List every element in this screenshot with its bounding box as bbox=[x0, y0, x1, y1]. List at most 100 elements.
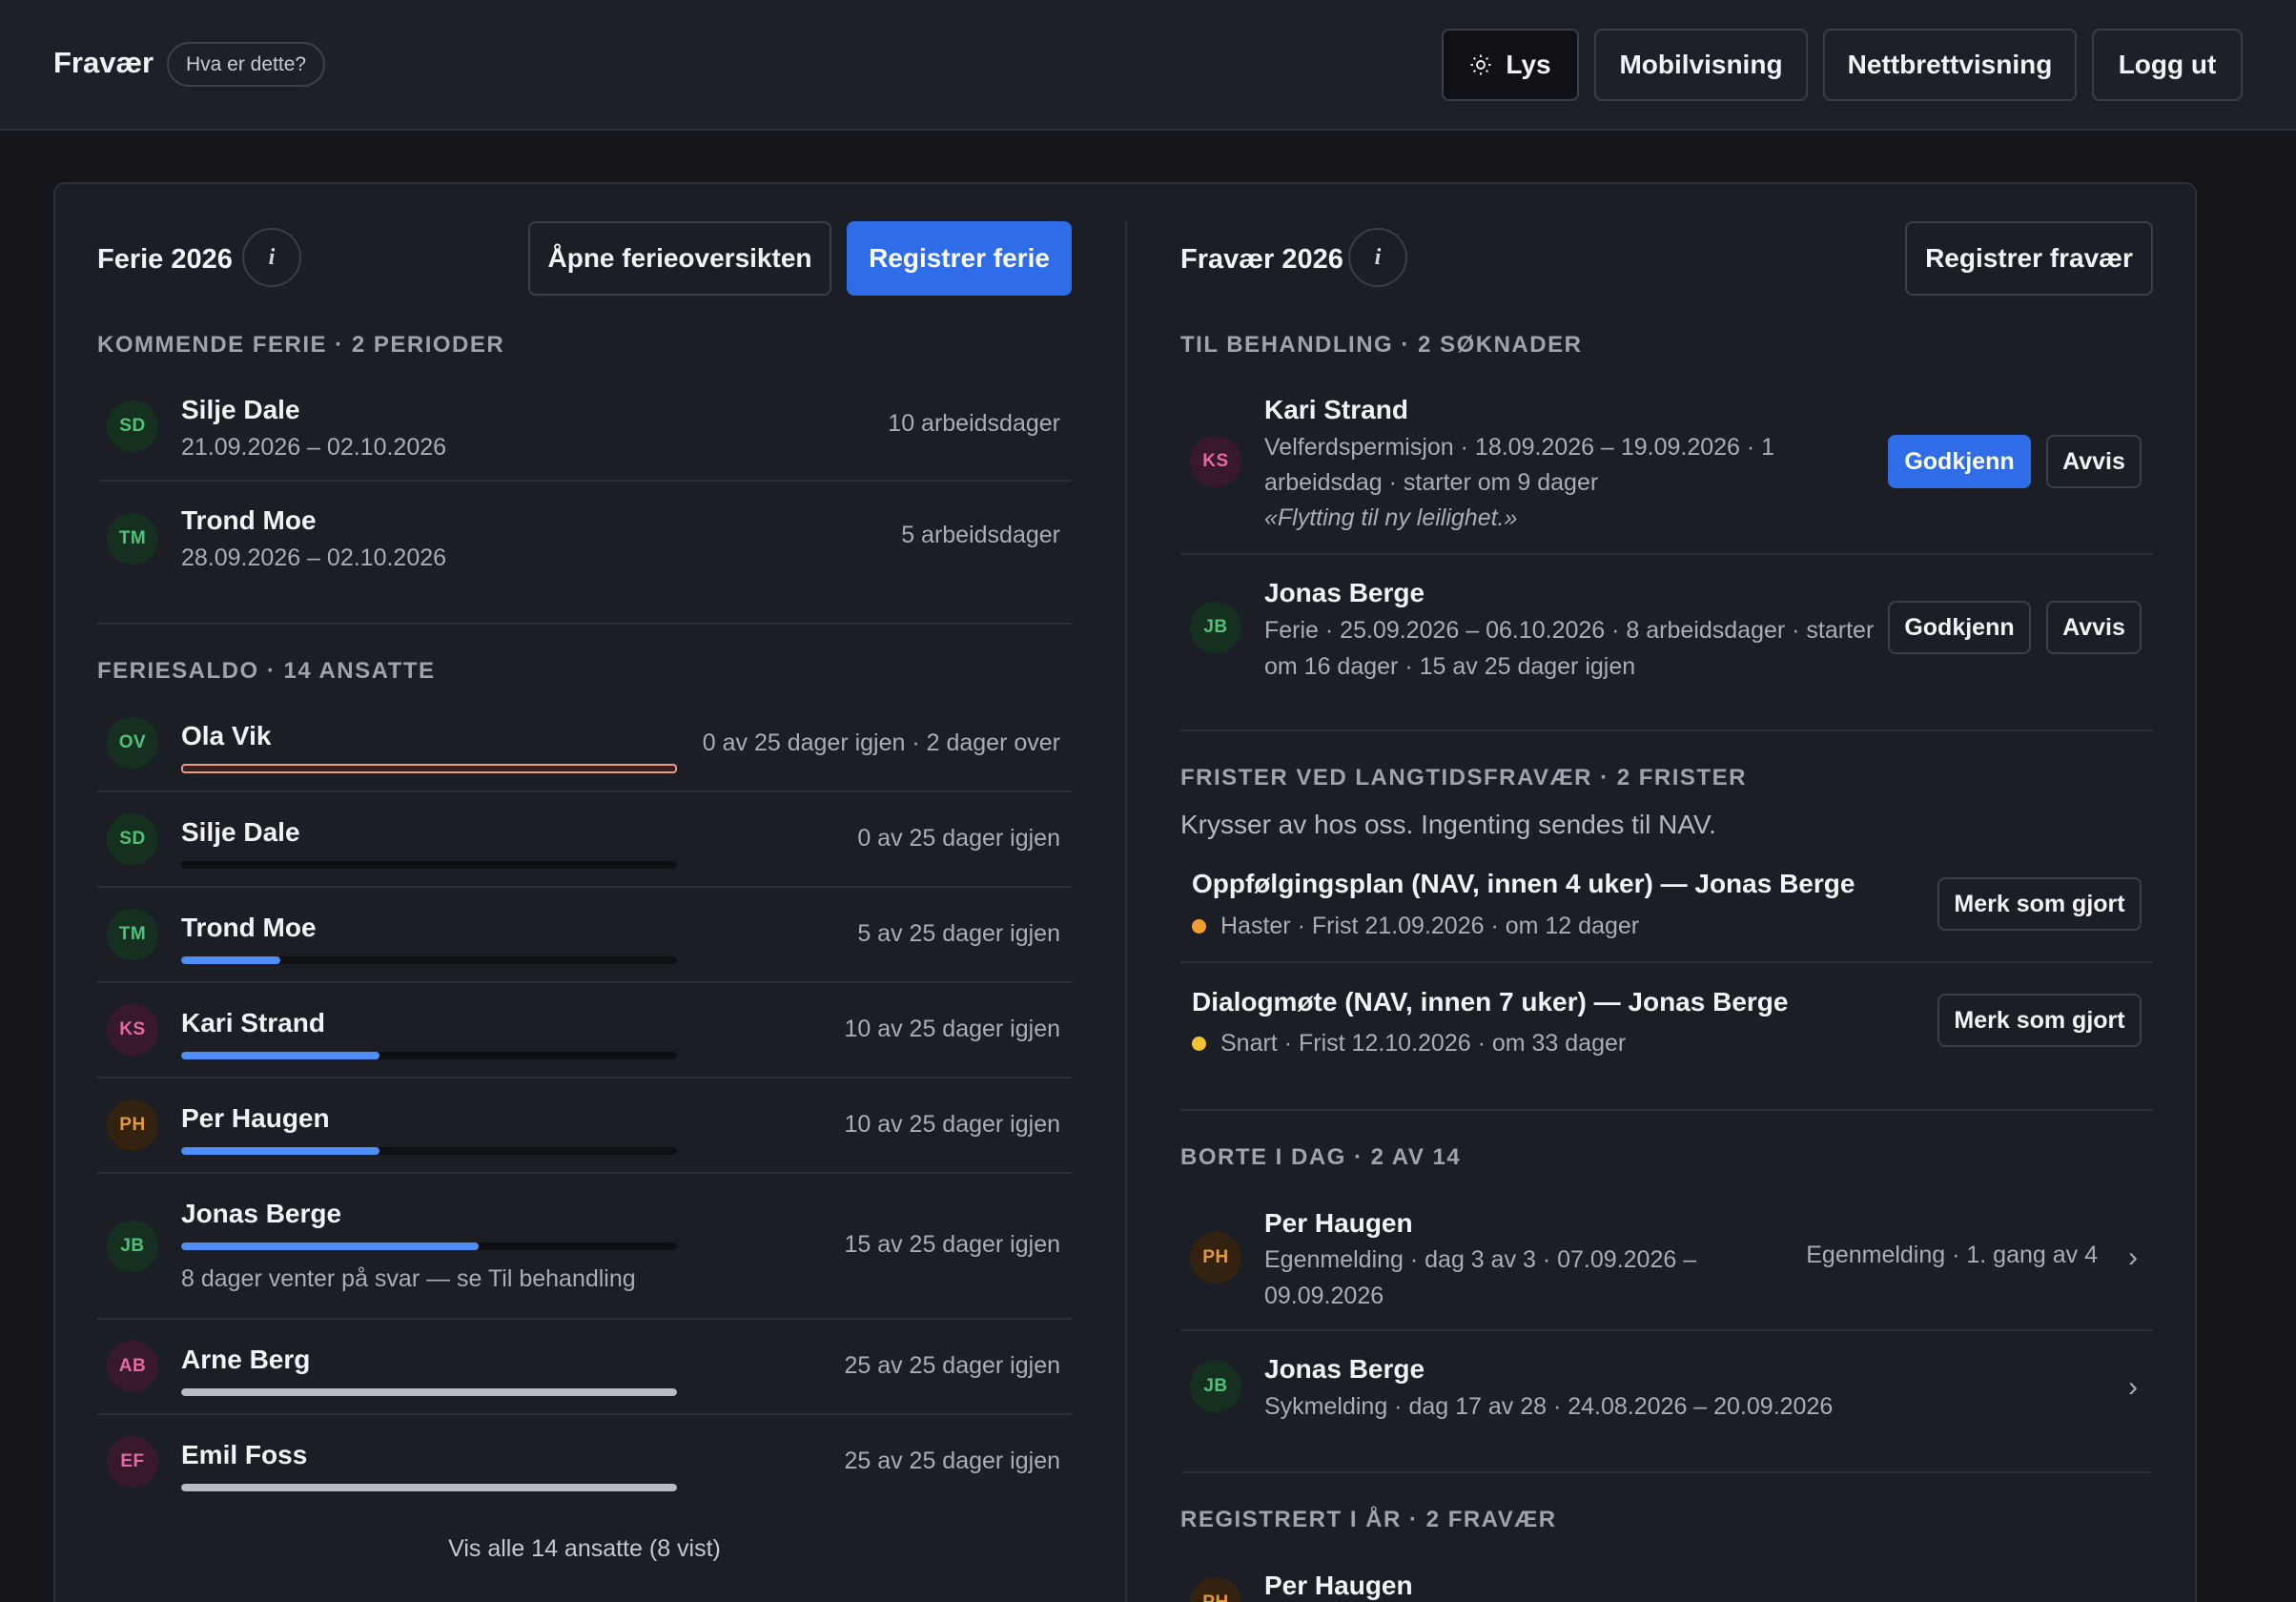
registered-this-year-label: REGISTRERT I ÅR · 2 FRAVÆR bbox=[1180, 1507, 1557, 1532]
avatar: PH bbox=[1190, 1232, 1241, 1284]
absence-info-icon[interactable]: i bbox=[1348, 228, 1407, 287]
tablet-view-button[interactable]: Nettbrettvisning bbox=[1823, 29, 2077, 101]
vacation-info-icon[interactable]: i bbox=[242, 228, 301, 287]
absence-type-count: Egenmelding · 1. gang av 4 bbox=[1806, 1242, 2098, 1268]
section-divider bbox=[97, 623, 1072, 625]
row-divider bbox=[1180, 1329, 2153, 1331]
avatar: TM bbox=[107, 513, 158, 565]
row-divider bbox=[97, 886, 1072, 888]
status-dot-icon bbox=[1192, 919, 1206, 934]
request-details-line1: Velferdspermisjon · 18.09.2026 – 19.09.2… bbox=[1264, 434, 1775, 461]
balance-text: 25 av 25 dager igjen bbox=[844, 1448, 1060, 1474]
theme-toggle-label: Lys bbox=[1506, 50, 1551, 79]
balance-bar bbox=[181, 1147, 677, 1155]
avatar: AB bbox=[107, 1341, 158, 1392]
absence-title: Fravær 2026 bbox=[1180, 244, 1343, 275]
logout-button[interactable]: Logg ut bbox=[2092, 29, 2243, 101]
balance-text: 10 av 25 dager igjen bbox=[844, 1016, 1060, 1042]
avatar: JB bbox=[107, 1221, 158, 1272]
balance-text: 25 av 25 dager igjen bbox=[844, 1352, 1060, 1379]
employee-name: Trond Moe bbox=[181, 505, 317, 535]
theme-toggle-button[interactable]: Lys bbox=[1442, 29, 1579, 101]
balance-text: 5 av 25 dager igjen bbox=[857, 920, 1060, 947]
employee-name: Kari Strand bbox=[1264, 395, 1408, 424]
away-today-label: BORTE I DAG · 2 AV 14 bbox=[1180, 1144, 1462, 1170]
request-comment: «Flytting til ny leilighet.» bbox=[1264, 504, 1518, 531]
pending-note[interactable]: 8 dager venter på svar — se Til behandli… bbox=[181, 1261, 636, 1297]
employee-name: Arne Berg bbox=[181, 1345, 311, 1374]
row-divider bbox=[97, 1077, 1072, 1078]
approve-button[interactable]: Godkjenn bbox=[1888, 601, 2031, 654]
register-absence-button[interactable]: Registrer fravær bbox=[1905, 221, 2153, 296]
row-divider bbox=[97, 791, 1072, 792]
row-divider bbox=[97, 1318, 1072, 1320]
vacation-balance-label: FERIESALDO · 14 ANSATTE bbox=[97, 658, 436, 684]
deadline-status: Haster · Frist 21.09.2026 · om 12 dager bbox=[1220, 913, 1640, 939]
absence-details-line2: 09.09.2026 bbox=[1264, 1283, 1384, 1309]
deadline-status: Snart · Frist 12.10.2026 · om 33 dager bbox=[1220, 1030, 1627, 1057]
avatar: OV bbox=[107, 717, 158, 769]
show-all-employees-link[interactable]: Vis alle 14 ansatte (8 vist) bbox=[97, 1535, 1072, 1563]
sun-icon bbox=[1470, 54, 1491, 75]
employee-name: Kari Strand bbox=[181, 1008, 325, 1037]
balance-bar bbox=[181, 764, 677, 773]
avatar: JB bbox=[1190, 602, 1241, 653]
balance-bar bbox=[181, 956, 677, 964]
top-bar: Fravær Hva er dette? Lys Mobilvisning Ne… bbox=[0, 0, 2296, 131]
deadlines-label: FRISTER VED LANGTIDSFRAVÆR · 2 FRISTER bbox=[1180, 765, 1747, 791]
open-vacation-overview-button[interactable]: Åpne ferieoversikten bbox=[528, 221, 831, 296]
absence-details-line1: Egenmelding · dag 3 av 3 · 07.09.2026 – bbox=[1264, 1246, 1697, 1273]
deadline-title: Oppfølgingsplan (NAV, innen 4 uker) — Jo… bbox=[1192, 869, 1855, 898]
row-divider bbox=[97, 480, 1072, 482]
status-dot-icon bbox=[1192, 1037, 1206, 1051]
balance-text: 15 av 25 dager igjen bbox=[844, 1231, 1060, 1258]
request-details-line2: arbeidsdag · starter om 9 dager bbox=[1264, 469, 1599, 496]
chevron-right-icon[interactable]: › bbox=[2128, 1371, 2138, 1404]
avatar: TM bbox=[107, 909, 158, 960]
reject-button[interactable]: Avvis bbox=[2046, 435, 2142, 488]
employee-name: Jonas Berge bbox=[181, 1199, 342, 1228]
employee-name: Jonas Berge bbox=[1264, 578, 1425, 607]
approve-button[interactable]: Godkjenn bbox=[1888, 435, 2031, 488]
row-divider bbox=[97, 1172, 1072, 1174]
column-divider bbox=[1125, 221, 1127, 1602]
row-divider bbox=[97, 1413, 1072, 1415]
employee-name: Trond Moe bbox=[181, 913, 317, 942]
request-details-line2: om 16 dager · 15 av 25 dager igjen bbox=[1264, 653, 1636, 680]
register-vacation-button[interactable]: Registrer ferie bbox=[847, 221, 1072, 296]
balance-bar-fill bbox=[181, 1147, 379, 1155]
vacation-days: 10 arbeidsdager bbox=[888, 410, 1060, 437]
reject-button[interactable]: Avvis bbox=[2046, 601, 2142, 654]
vacation-dates: 28.09.2026 – 02.10.2026 bbox=[181, 544, 447, 571]
avatar: SD bbox=[107, 400, 158, 452]
avatar: KS bbox=[1190, 436, 1241, 487]
mark-done-button[interactable]: Merk som gjort bbox=[1937, 994, 2142, 1047]
balance-bar-fill bbox=[181, 1243, 479, 1250]
avatar: JB bbox=[1190, 1361, 1241, 1412]
help-button[interactable]: Hva er dette? bbox=[167, 42, 326, 87]
vacation-days: 5 arbeidsdager bbox=[901, 522, 1060, 548]
avatar: EF bbox=[107, 1436, 158, 1488]
avatar: KS bbox=[107, 1004, 158, 1056]
employee-name: Per Haugen bbox=[1264, 1208, 1413, 1238]
mark-done-button[interactable]: Merk som gjort bbox=[1937, 877, 2142, 931]
employee-name: Per Haugen bbox=[1264, 1571, 1413, 1600]
section-divider bbox=[1180, 729, 2153, 731]
balance-bar bbox=[181, 1388, 677, 1396]
employee-name: Silje Dale bbox=[181, 395, 300, 424]
row-divider bbox=[1180, 961, 2153, 963]
absence-details-line1: Sykmelding · dag 17 av 28 · 24.08.2026 –… bbox=[1264, 1393, 1834, 1420]
avatar: SD bbox=[107, 813, 158, 865]
balance-text: 0 av 25 dager igjen · 2 dager over bbox=[702, 729, 1060, 756]
row-divider bbox=[1180, 553, 2153, 555]
mobile-view-button[interactable]: Mobilvisning bbox=[1594, 29, 1808, 101]
upcoming-vacation-label: KOMMENDE FERIE · 2 PERIODER bbox=[97, 332, 505, 358]
vacation-dates: 21.09.2026 – 02.10.2026 bbox=[181, 434, 447, 461]
employee-name: Jonas Berge bbox=[1264, 1354, 1425, 1384]
chevron-right-icon[interactable]: › bbox=[2128, 1242, 2138, 1274]
deadlines-note: Krysser av hos oss. Ingenting sendes til… bbox=[1180, 810, 1716, 839]
balance-bar bbox=[181, 1052, 677, 1059]
balance-bar-fill bbox=[181, 956, 280, 964]
employee-name: Emil Foss bbox=[181, 1440, 308, 1469]
balance-text: 10 av 25 dager igjen bbox=[844, 1111, 1060, 1138]
